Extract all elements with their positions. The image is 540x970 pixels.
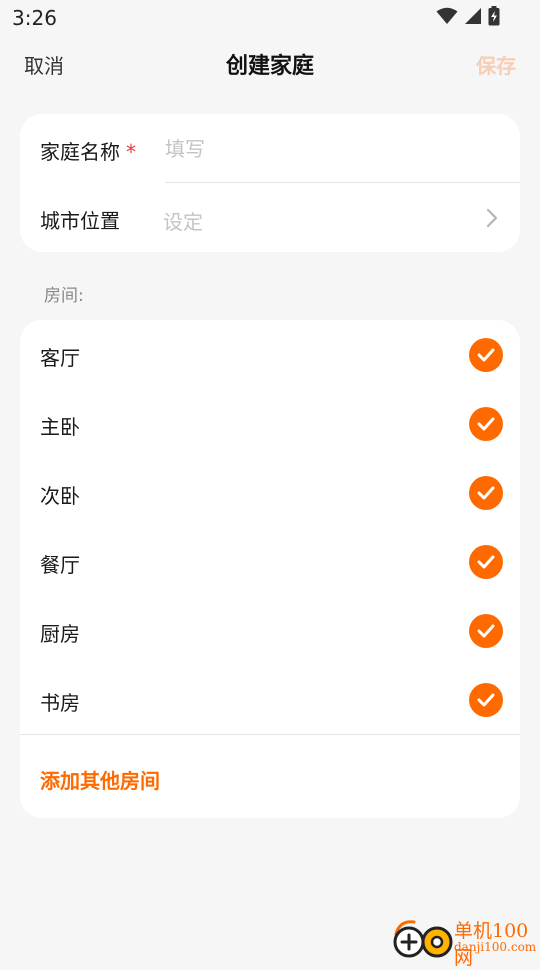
family-name-label: 家庭名称 — [40, 140, 120, 164]
room-checkbox[interactable] — [469, 338, 503, 372]
room-name: 主卧 — [40, 415, 80, 439]
add-room-button[interactable]: 添加其他房间 — [40, 765, 160, 794]
room-row-kitchen[interactable]: 厨房 — [20, 596, 520, 665]
save-button[interactable]: 保存 — [476, 50, 516, 79]
watermark-logo-icon — [393, 920, 453, 958]
room-checkbox[interactable] — [469, 407, 503, 441]
family-info-card: 家庭名称* 城市位置 设定 — [20, 114, 520, 252]
room-name: 餐厅 — [40, 553, 80, 577]
room-checkbox[interactable] — [469, 476, 503, 510]
check-icon — [477, 555, 495, 569]
room-row-second-bedroom[interactable]: 次卧 — [20, 458, 520, 527]
room-row-living-room[interactable]: 客厅 — [20, 320, 520, 389]
check-icon — [477, 624, 495, 638]
family-name-label-row: 家庭名称 * — [40, 136, 136, 165]
chevron-right-icon — [484, 207, 500, 229]
wifi-icon — [436, 7, 458, 29]
battery-charging-icon — [488, 6, 500, 30]
watermark-url: danji100.com — [454, 940, 537, 954]
divider — [20, 734, 520, 735]
check-icon — [477, 486, 495, 500]
room-row-dining-room[interactable]: 餐厅 — [20, 527, 520, 596]
city-location-value: 设定 — [163, 210, 203, 234]
rooms-card: 客厅 主卧 次卧 餐厅 厨房 书房 添加其他房间 — [20, 320, 520, 818]
check-icon — [477, 417, 495, 431]
city-location-label: 城市位置 — [40, 209, 120, 233]
room-name: 书房 — [40, 691, 80, 715]
status-icons — [436, 6, 500, 30]
family-name-input[interactable] — [165, 134, 505, 164]
room-name: 次卧 — [40, 484, 80, 508]
room-name: 客厅 — [40, 346, 80, 370]
rooms-section-label: 房间: — [44, 286, 84, 306]
header: 取消 创建家庭 保存 — [0, 36, 540, 92]
watermark: 单机100网 danji100.com — [390, 914, 540, 969]
required-mark: * — [126, 140, 136, 164]
page-title: 创建家庭 — [225, 54, 314, 79]
room-checkbox[interactable] — [469, 545, 503, 579]
check-icon — [477, 693, 495, 707]
room-row-study[interactable]: 书房 — [20, 665, 520, 734]
city-location-row[interactable]: 城市位置 设定 — [20, 183, 520, 252]
room-checkbox[interactable] — [469, 683, 503, 717]
status-time: 3:26 — [12, 6, 57, 30]
check-icon — [477, 348, 495, 362]
status-bar: 3:26 — [0, 0, 540, 36]
room-checkbox[interactable] — [469, 614, 503, 648]
room-row-master-bedroom[interactable]: 主卧 — [20, 389, 520, 458]
room-name: 厨房 — [40, 622, 80, 646]
signal-icon — [464, 7, 482, 29]
